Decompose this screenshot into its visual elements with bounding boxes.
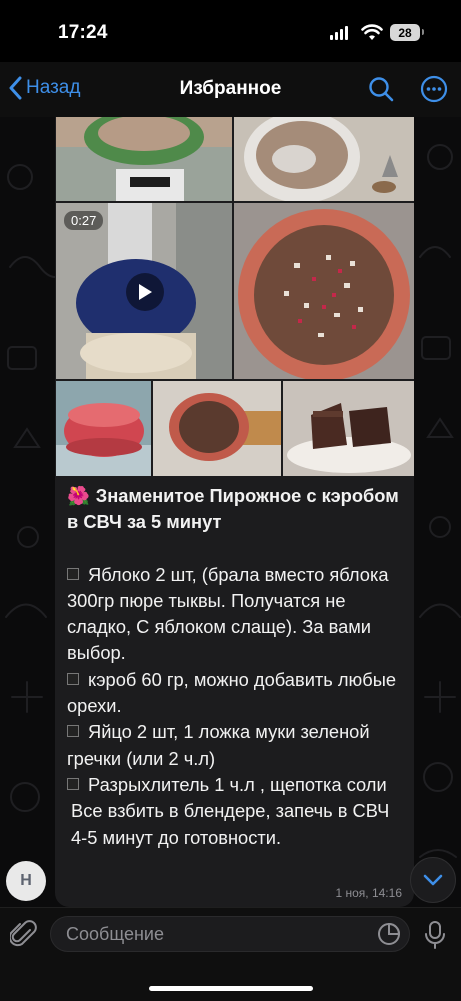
- black-square-icon: [67, 567, 79, 580]
- instruction-line: Все взбить в блендере, запечь в СВЧ 4-5 …: [71, 800, 390, 848]
- ingredient-text-3: Яйцо 2 шт, 1 ложка муки зеленой гречки (…: [67, 721, 370, 769]
- nav-bar: Назад Избранное: [0, 62, 461, 117]
- message-text: 🌺 Знаменитое Пирожное с кэробом в СВЧ за …: [67, 483, 407, 851]
- ingredient-text-1: Яблоко 2 шт, (брала вместо яблока 300гр …: [67, 563, 389, 664]
- battery-indicator: 28: [390, 24, 420, 41]
- scroll-down-button[interactable]: [410, 857, 456, 903]
- message-title-text: Знаменитое Пирожное с кэробом в СВЧ за 5…: [67, 485, 399, 533]
- microphone-icon[interactable]: [424, 920, 446, 950]
- status-time: 17:24: [58, 22, 108, 43]
- hibiscus-emoji: 🌺: [67, 485, 90, 506]
- photo-bowl[interactable]: [234, 117, 414, 201]
- chevron-down-icon: [423, 874, 443, 886]
- black-square-icon: [67, 725, 79, 738]
- ingredient-line-2: кэроб 60 гр, можно добавить любые орехи.: [67, 667, 407, 720]
- paperclip-icon[interactable]: [10, 920, 38, 950]
- battery-tip: [422, 29, 424, 35]
- chat-area[interactable]: 0:27 🌺 Знаменитое Пирожное с кэробом в С…: [0, 117, 461, 907]
- message-bubble[interactable]: 0:27 🌺 Знаменитое Пирожное с кэробом в С…: [55, 117, 414, 907]
- ingredient-line-3: Яйцо 2 шт, 1 ложка муки зеленой гречки (…: [67, 719, 407, 772]
- ingredient-text-2: кэроб 60 гр, можно добавить любые орехи.: [67, 668, 397, 717]
- avatar[interactable]: Н: [6, 861, 46, 901]
- back-label: Назад: [26, 77, 81, 98]
- play-icon: [139, 284, 152, 300]
- ingredient-line-4: Разрыхлитель 1 ч.л , щепотка соли: [67, 772, 407, 798]
- photo-sliced-cake[interactable]: [283, 381, 414, 476]
- black-square-icon: [67, 777, 79, 790]
- message-title: 🌺 Знаменитое Пирожное с кэробом в СВЧ за …: [67, 483, 407, 536]
- photo-microwave[interactable]: [56, 381, 151, 476]
- input-bar: [0, 907, 461, 1001]
- home-indicator: [149, 986, 313, 991]
- photo-scale[interactable]: [56, 117, 232, 201]
- message-input[interactable]: [50, 916, 410, 952]
- status-bar: 17:24 28: [0, 0, 461, 62]
- back-button[interactable]: Назад: [8, 76, 80, 100]
- cellular-signal-icon: [330, 26, 348, 40]
- ingredient-text-4: Разрыхлитель 1 ч.л , щепотка соли: [88, 773, 387, 795]
- video-duration: 0:27: [64, 211, 104, 230]
- play-button[interactable]: [126, 273, 164, 311]
- photo-cake-pan[interactable]: [234, 203, 414, 379]
- black-square-icon: [67, 672, 79, 685]
- back-chevron-icon: [9, 76, 22, 100]
- video-blender[interactable]: 0:27: [56, 203, 232, 379]
- message-timestamp: 1 ноя, 14:16: [335, 886, 402, 900]
- ingredient-line-1: Яблоко 2 шт, (брала вместо яблока 300гр …: [67, 562, 407, 667]
- photo-baked-cake[interactable]: [153, 381, 281, 476]
- wifi-icon: [361, 24, 383, 40]
- sticker-icon[interactable]: [377, 922, 401, 946]
- more-icon[interactable]: [420, 75, 448, 103]
- search-icon[interactable]: [368, 76, 394, 102]
